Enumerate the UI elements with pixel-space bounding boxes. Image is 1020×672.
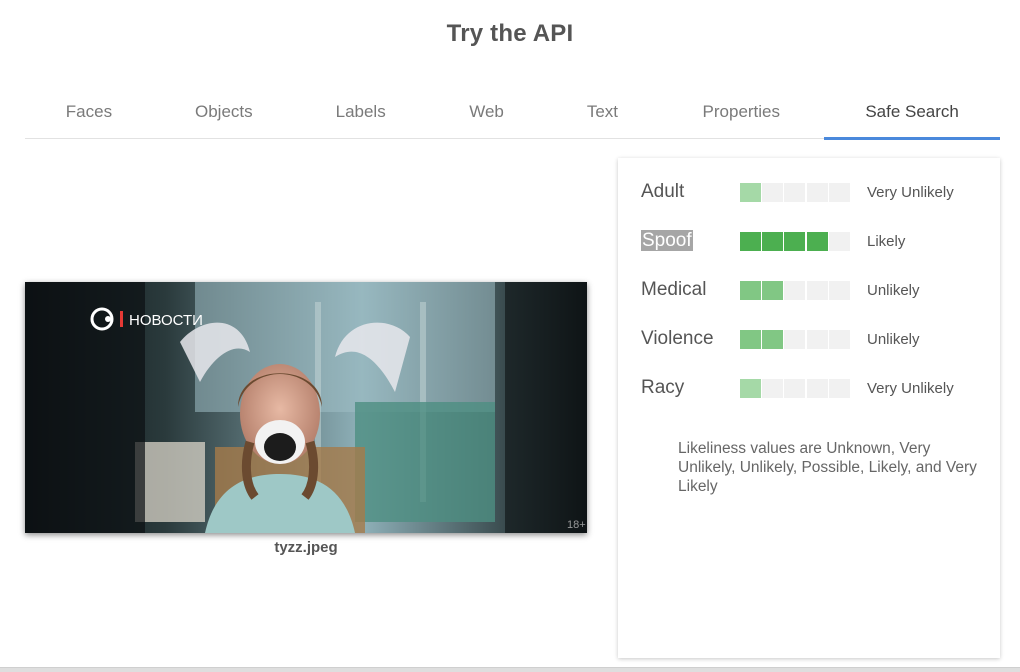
tab-bar: Faces Objects Labels Web Text Properties… bbox=[25, 86, 1000, 140]
bottom-scrollbar[interactable] bbox=[0, 667, 1020, 672]
image-filename: tyzz.jpeg bbox=[274, 539, 338, 556]
tab-safe-search[interactable]: Safe Search bbox=[824, 86, 1000, 140]
safe-search-panel: Adult Very Unlikely Spoof Likely Medical… bbox=[618, 158, 1000, 658]
image-logo-text: НОВОСТИ bbox=[129, 312, 203, 329]
meter-segment bbox=[828, 231, 851, 251]
page-title: Try the API bbox=[446, 20, 574, 47]
safe-search-row-racy: Racy Very Unlikely bbox=[641, 375, 954, 401]
meter-segment bbox=[828, 329, 851, 349]
meter-segment bbox=[762, 378, 785, 398]
meter-segment bbox=[784, 378, 807, 398]
safe-search-row-spoof: Spoof Likely bbox=[641, 228, 905, 254]
meter-segment bbox=[828, 182, 851, 202]
meter-segment bbox=[784, 231, 807, 251]
category-label: Spoof bbox=[641, 230, 693, 251]
likelihood-label: Unlikely bbox=[867, 281, 920, 299]
meter-segment bbox=[762, 231, 785, 251]
meter-segment bbox=[740, 182, 762, 202]
category-label: Racy bbox=[641, 377, 685, 398]
likelihood-meter bbox=[740, 280, 851, 300]
meter-segment bbox=[784, 329, 807, 349]
image-preview: НОВОСТИ 18+ bbox=[25, 282, 587, 533]
meter-segment bbox=[806, 280, 829, 300]
tab-faces[interactable]: Faces bbox=[25, 86, 153, 138]
meter-segment bbox=[740, 231, 762, 251]
meter-segment bbox=[784, 280, 807, 300]
meter-segment bbox=[784, 182, 807, 202]
meter-segment bbox=[740, 378, 762, 398]
tab-web[interactable]: Web bbox=[427, 86, 547, 138]
likelihood-meter bbox=[740, 182, 851, 202]
meter-segment bbox=[828, 280, 851, 300]
likelihood-label: Unlikely bbox=[867, 330, 920, 348]
likelihood-meter bbox=[740, 231, 851, 251]
tab-objects[interactable]: Objects bbox=[153, 86, 295, 138]
safe-search-row-medical: Medical Unlikely bbox=[641, 277, 920, 303]
likelihood-label: Very Unlikely bbox=[867, 183, 954, 201]
tab-text[interactable]: Text bbox=[546, 86, 658, 138]
safe-search-row-adult: Adult Very Unlikely bbox=[641, 179, 954, 205]
meter-segment bbox=[806, 231, 829, 251]
likelihood-label: Very Unlikely bbox=[867, 379, 954, 397]
likelihood-label: Likely bbox=[867, 232, 906, 250]
meter-segment bbox=[762, 182, 785, 202]
meter-segment bbox=[828, 378, 851, 398]
meter-segment bbox=[806, 182, 829, 202]
category-label: Violence bbox=[641, 328, 714, 349]
likelihood-meter bbox=[740, 378, 851, 398]
category-label: Medical bbox=[641, 279, 707, 300]
tab-properties[interactable]: Properties bbox=[658, 86, 824, 138]
analyzed-image: НОВОСТИ 18+ bbox=[25, 282, 587, 533]
meter-segment bbox=[806, 329, 829, 349]
category-label: Adult bbox=[641, 181, 685, 202]
meter-segment bbox=[762, 329, 785, 349]
safe-search-row-violence: Violence Unlikely bbox=[641, 326, 920, 352]
meter-segment bbox=[806, 378, 829, 398]
meter-segment bbox=[740, 280, 762, 300]
meter-segment bbox=[762, 280, 785, 300]
age-badge: 18+ bbox=[567, 519, 586, 531]
meter-segment bbox=[740, 329, 762, 349]
likelihood-note: Likeliness values are Unknown, Very Unli… bbox=[678, 440, 977, 495]
tab-labels[interactable]: Labels bbox=[295, 86, 427, 138]
likelihood-meter bbox=[740, 329, 851, 349]
